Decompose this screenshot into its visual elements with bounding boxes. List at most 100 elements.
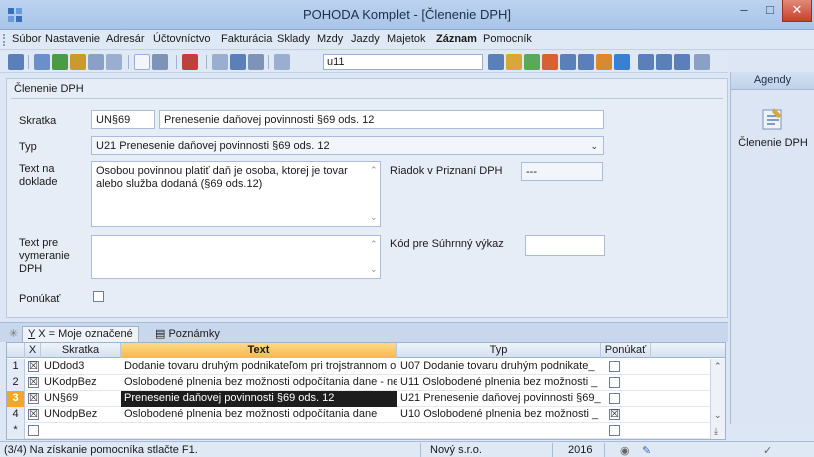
title-bar: POHODA Komplet - [Členenie DPH] – □ ✕ [0, 0, 814, 30]
text-pre-vymeranie-textarea[interactable]: ⌃ ⌄ [91, 235, 381, 279]
col-header-x[interactable]: X [25, 343, 41, 358]
text-na-doklade-textarea[interactable]: Osobou povinnou platiť daň je osoba, kto… [91, 161, 381, 227]
cell-ponukat-checkbox[interactable] [609, 425, 620, 436]
toolbar: u11 [0, 51, 728, 73]
users-icon[interactable] [596, 54, 612, 70]
cell-ponukat-checkbox[interactable] [609, 361, 620, 372]
scroll-end-icon[interactable]: ⤓ [714, 426, 718, 437]
status-bar: (3/4) Na získanie pomocníka stlačte F1. … [0, 441, 814, 457]
menu-nastavenie[interactable]: Nastavenie [45, 33, 100, 45]
cell-ponukat-checkbox[interactable] [609, 393, 620, 404]
kod-sv-field[interactable] [525, 235, 605, 256]
scroll-down-icon[interactable]: ⌄ [714, 410, 722, 421]
vat-breakdown-icon[interactable] [760, 106, 786, 132]
menu-pomocnik[interactable]: Pomocník [483, 33, 532, 45]
table-icon[interactable] [578, 54, 594, 70]
row-mark-checkbox[interactable] [28, 425, 39, 436]
tag-icon[interactable] [524, 54, 540, 70]
filter-icon[interactable] [274, 54, 290, 70]
form-divider [11, 98, 723, 99]
scroll-up-icon: ⌃ [370, 165, 378, 175]
copy-icon[interactable] [248, 54, 264, 70]
record-icon[interactable] [542, 54, 558, 70]
textarea-scrollbar[interactable]: ⌃ ⌄ [368, 236, 380, 278]
tb-agenda-icon[interactable] [52, 54, 68, 70]
ponukat-checkbox[interactable] [93, 291, 104, 302]
tb-tool-icon-1[interactable] [8, 54, 24, 70]
riadok-field[interactable]: --- [521, 162, 603, 181]
col-header-skratka[interactable]: Skratka [41, 343, 121, 358]
status-hint: (3/4) Na získanie pomocníka stlačte F1. [4, 444, 198, 456]
window-icon-2[interactable] [656, 54, 672, 70]
row-number: 4 [7, 407, 25, 423]
table-row[interactable]: 1 ☒ UDdod3 Dodanie tovaru druhým podnika… [7, 359, 725, 375]
menu-zaznam[interactable]: Záznam [436, 33, 477, 45]
close-button[interactable]: ✕ [782, 0, 812, 22]
col-header-ponukat[interactable]: Ponúkať [601, 343, 651, 358]
window-icon-3[interactable] [674, 54, 690, 70]
row-mark-checkbox[interactable]: ☒ [28, 361, 39, 372]
tb-separator [28, 55, 29, 69]
menu-fakturacia[interactable]: Fakturácia [221, 33, 272, 45]
scroll-up-icon[interactable]: ⌃ [714, 361, 722, 372]
row-number: 2 [7, 375, 25, 391]
tb-print-icon[interactable] [106, 54, 122, 70]
row-mark-checkbox[interactable]: ☒ [28, 393, 39, 404]
col-header-text[interactable]: Text [121, 343, 397, 358]
minimize-button[interactable]: – [730, 0, 758, 22]
menu-mzdy[interactable]: Mzdy [317, 33, 343, 45]
text-na-doklade-value: Osobou povinnou platiť daň je osoba, kto… [96, 165, 348, 190]
quick-search-input[interactable]: u11 [323, 54, 483, 70]
tab-all[interactable]: ✳ [4, 326, 23, 342]
menu-majetok[interactable]: Majetok [387, 33, 426, 45]
col-header-typ[interactable]: Typ [397, 343, 601, 358]
edit-record-icon[interactable] [152, 54, 168, 70]
save-icon[interactable] [212, 54, 228, 70]
menu-adresar[interactable]: Adresár [106, 33, 145, 45]
status-divider [420, 443, 421, 457]
cell-skratka: UDdod3 [44, 360, 85, 372]
textarea-scrollbar[interactable]: ⌃ ⌄ [368, 162, 380, 226]
typ-select[interactable]: U21 Prenesenie daňovej povinnosti §69 od… [91, 136, 604, 155]
table-row[interactable]: 2 ☒ UKodpBez Oslobodené plnenia bez možn… [7, 375, 725, 391]
tb-settings-icon[interactable] [34, 54, 50, 70]
folder-icon[interactable] [506, 54, 522, 70]
tab-poznamky[interactable]: ▤ Poznámky [150, 326, 225, 342]
row-mark-checkbox[interactable]: ☒ [28, 377, 39, 388]
record-icon: ◉ [620, 445, 630, 457]
grid-icon[interactable] [560, 54, 576, 70]
table-row-selected[interactable]: 3 ☒ UN§69 Prenesenie daňovej povinnosti … [7, 391, 725, 407]
table-row[interactable]: 4 ☒ UNodpBez Oslobodené plnenia bez možn… [7, 407, 725, 423]
save-as-icon[interactable] [230, 54, 246, 70]
menu-sklady[interactable]: Sklady [277, 33, 310, 45]
table-row-new[interactable]: * [7, 423, 725, 439]
menu-subor[interactable]: Súbor [12, 33, 41, 45]
skratka-desc-field[interactable]: Prenesenie daňovej povinnosti §69 ods. 1… [159, 110, 604, 129]
bank-icon[interactable] [614, 54, 630, 70]
cell-typ: U10 Oslobodené plnenia bez možnosti _ [400, 408, 599, 420]
tb-import-icon[interactable] [88, 54, 104, 70]
cell-ponukat-checkbox[interactable] [609, 377, 620, 388]
cell-ponukat-checkbox[interactable]: ☒ [609, 409, 620, 420]
new-record-icon[interactable] [134, 54, 150, 70]
records-grid: X Skratka Text Typ Ponúkať 1 ☒ UDdod3 Do… [6, 342, 726, 440]
row-mark-checkbox[interactable]: ☒ [28, 409, 39, 420]
menu-jazdy[interactable]: Jazdy [351, 33, 380, 45]
tab-moje-oznacene[interactable]: Y X = Moje označené [22, 326, 139, 342]
agendy-header: Agendy [731, 72, 814, 90]
cell-typ: U07 Dodanie tovaru druhým podnikate_ [400, 360, 595, 372]
ponukat-label: Ponúkať [19, 293, 61, 305]
maximize-button[interactable]: □ [756, 0, 784, 22]
help-icon[interactable] [694, 54, 710, 70]
grid-scrollbar[interactable]: ⌃ ⌄ ⤓ [710, 359, 725, 439]
tb-document-icon[interactable] [70, 54, 86, 70]
skratka-code-field[interactable]: UN§69 [91, 110, 155, 129]
search-icon[interactable] [488, 54, 504, 70]
tb-separator [206, 55, 207, 69]
menu-uctovnictvo[interactable]: Účtovníctvo [153, 33, 210, 45]
grid-tabs: ✳ Y X = Moje označené ▤ Poznámky [0, 322, 728, 342]
delete-record-icon[interactable] [182, 54, 198, 70]
agendy-item-label[interactable]: Členenie DPH [731, 137, 814, 149]
status-company: Nový s.r.o. [430, 444, 482, 456]
window-icon[interactable] [638, 54, 654, 70]
